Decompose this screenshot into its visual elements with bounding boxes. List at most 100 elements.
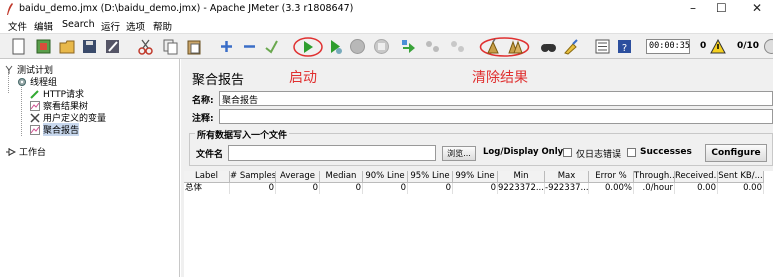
help-icon[interactable]: ? (616, 38, 633, 55)
test-plan-tree: 测试计划 线程组 HTTP请求 察看结果树 用户定义的变量 聚合报告 工作台 (0, 59, 180, 277)
tree-label-workbench: 工作台 (19, 148, 47, 158)
gear-icon (18, 77, 26, 86)
tree-node-workbench[interactable]: 工作台 (6, 145, 46, 158)
name-label: 名称: (192, 96, 214, 106)
column-header[interactable]: Through... (634, 171, 675, 183)
shutdown-icon[interactable] (373, 38, 390, 55)
tree-label-aggregate-report: 聚合报告 (43, 123, 80, 136)
successes-label: Successes (640, 147, 692, 157)
column-header[interactable]: Average (276, 171, 320, 183)
column-header[interactable]: Received... (675, 171, 718, 183)
stop-icon[interactable] (349, 38, 366, 55)
cut-icon[interactable] (137, 38, 154, 55)
page-title: 聚合报告 (192, 73, 245, 88)
log-viewer-icon[interactable] (763, 38, 773, 55)
title-bar: baidu_demo.jmx (D:\baidu_demo.jmx) - Apa… (0, 0, 773, 18)
expand-all-icon[interactable] (218, 38, 235, 55)
toggle-icon[interactable] (263, 38, 280, 55)
table-cell: 0.00 (675, 183, 718, 194)
successes-checkbox[interactable] (627, 148, 636, 157)
function-helper-icon[interactable] (594, 38, 611, 55)
name-field[interactable]: 聚合报告 (219, 91, 773, 106)
column-header[interactable]: 95% Line (408, 171, 453, 183)
comment-field[interactable] (219, 109, 773, 124)
filename-field[interactable] (228, 145, 436, 161)
listener-chart-icon (30, 100, 40, 111)
name-row: 名称: 聚合报告 (189, 91, 773, 106)
menu-bar: 文件 编辑 Search 运行 选项 帮助 (0, 17, 773, 33)
new-icon[interactable] (10, 38, 27, 55)
table-cell: 0 (408, 183, 453, 194)
table-cell: 9223372... (498, 183, 545, 194)
configure-button[interactable]: Configure (705, 144, 767, 162)
search-icon[interactable] (540, 38, 557, 55)
column-header[interactable]: Label (184, 171, 230, 183)
menu-options[interactable]: 选项 (126, 19, 145, 33)
column-header[interactable]: # Samples (230, 171, 276, 183)
reset-search-icon[interactable] (563, 38, 580, 55)
column-header[interactable]: Sent KB/... (718, 171, 764, 183)
menu-help[interactable]: 帮助 (153, 19, 172, 33)
comment-row: 注释: (189, 109, 773, 124)
toolbar: ? 00:00:35 0 0/10 (0, 33, 773, 59)
column-header[interactable]: Median (320, 171, 363, 183)
window-title: baidu_demo.jmx (D:\baidu_demo.jmx) - Apa… (19, 3, 354, 14)
templates-icon[interactable] (35, 38, 52, 55)
remote-start-icon[interactable] (400, 38, 417, 55)
close-button[interactable]: ✕ (752, 1, 762, 15)
log-display-label: Log/Display Only: (483, 147, 567, 157)
aggregate-table: Label # Samples Average Median 90% Line 95% L… (184, 171, 773, 277)
copy-icon[interactable] (162, 38, 179, 55)
write-legend: 所有数据写入一个文件 (195, 128, 290, 141)
table-cell: 0 (453, 183, 498, 194)
table-cell: .0/hour (634, 183, 675, 194)
thread-ratio: 0/10 (737, 41, 760, 51)
start-icon[interactable] (292, 37, 324, 57)
errors-only-checkbox[interactable] (563, 148, 572, 157)
save-as-icon[interactable] (104, 38, 121, 55)
tree-node-aggregate-report[interactable]: 聚合报告 (30, 123, 80, 136)
table-cell: 0 (276, 183, 320, 194)
comment-label: 注释: (192, 114, 214, 124)
browse-button[interactable]: 浏览... (442, 146, 476, 161)
annotation-clear-results: 清除结果 (472, 70, 528, 86)
table-cell: 0.00 (718, 183, 764, 194)
column-header[interactable]: 90% Line (363, 171, 408, 183)
table-cell: 0 (320, 183, 363, 194)
filename-label: 文件名 (196, 150, 224, 160)
workbench-icon (6, 147, 16, 156)
svg-text:?: ? (622, 43, 627, 54)
table-cell: 0 (230, 183, 276, 194)
save-icon[interactable] (81, 38, 98, 55)
column-header[interactable]: Error % (589, 171, 634, 183)
menu-edit[interactable]: 编辑 (34, 19, 53, 33)
remote-stop-icon[interactable] (424, 38, 441, 55)
table-cell: -922337... (545, 183, 589, 194)
column-header[interactable]: 99% Line (453, 171, 498, 183)
start-no-pauses-icon[interactable] (327, 38, 344, 55)
minimize-button[interactable]: – (690, 1, 696, 15)
table-row[interactable]: 总体 0 0 0 0 0 0 9223372... -922337... 0.00% .0/hour… (184, 183, 764, 194)
test-plan-icon (5, 65, 13, 74)
column-header[interactable]: Min (498, 171, 545, 183)
aggregate-report-panel: 聚合报告 启动 清除结果 名称: 聚合报告 注释: 所有数据写入一个文件 文件名… (181, 59, 773, 277)
menu-file[interactable]: 文件 (8, 19, 27, 33)
clear-all-icon[interactable] (507, 38, 524, 55)
clear-icon[interactable] (485, 38, 502, 55)
collapse-all-icon[interactable] (241, 38, 258, 55)
pipette-icon (30, 89, 39, 99)
menu-search[interactable]: Search (62, 19, 95, 30)
table-cell: 0.00% (589, 183, 634, 194)
table-cell: 0 (363, 183, 408, 194)
table-header: Label # Samples Average Median 90% Line 95% L… (184, 171, 764, 183)
open-icon[interactable] (59, 38, 76, 55)
remote-shutdown-icon[interactable] (449, 38, 466, 55)
write-results-to-file-group: 所有数据写入一个文件 文件名 浏览... Log/Display Only: 仅… (189, 128, 773, 166)
menu-run[interactable]: 运行 (101, 19, 120, 33)
errors-only-label: 仅日志错误 (576, 150, 622, 160)
maximize-button[interactable]: ☐ (716, 1, 727, 15)
annotation-start: 启动 (289, 70, 317, 86)
paste-icon[interactable] (186, 38, 203, 55)
column-header[interactable]: Max (545, 171, 589, 183)
warning-icon[interactable] (710, 39, 726, 54)
